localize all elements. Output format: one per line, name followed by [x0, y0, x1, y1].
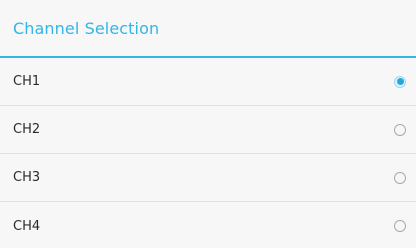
channel-option-ch2[interactable]: CH2: [0, 106, 416, 154]
channel-option-ch3[interactable]: CH3: [0, 154, 416, 202]
channel-option-label: CH3: [13, 170, 41, 185]
radio-button-unchecked[interactable]: [394, 220, 406, 232]
channel-option-label: CH2: [13, 122, 41, 137]
radio-button-unchecked[interactable]: [394, 123, 406, 136]
channel-option-ch4[interactable]: CH4: [0, 202, 416, 248]
dialog-title: Channel Selection: [13, 18, 160, 38]
radio-button-unchecked[interactable]: [394, 171, 406, 184]
channel-option-list: CH1 CH2 CH3 CH4: [0, 58, 416, 248]
radio-button-checked[interactable]: [394, 75, 406, 88]
dialog-header: Channel Selection: [0, 0, 416, 58]
channel-selection-dialog: Channel Selection CH1 CH2 CH3 CH4: [0, 0, 416, 248]
channel-option-label: CH4: [13, 218, 41, 234]
channel-option-label: CH1: [13, 74, 41, 89]
radio-dot: [396, 78, 404, 85]
channel-option-ch1[interactable]: CH1: [0, 58, 416, 106]
